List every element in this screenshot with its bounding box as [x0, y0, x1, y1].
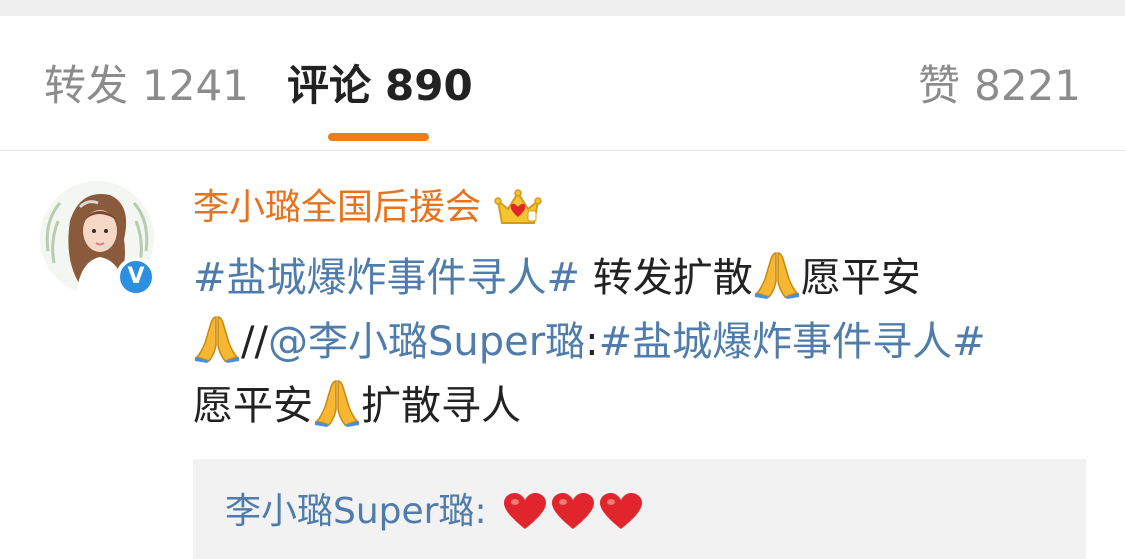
tab-comments-count: 890	[385, 61, 473, 110]
heart-icon	[552, 493, 595, 531]
verified-icon: V	[116, 257, 156, 297]
comment-text-segment: //	[241, 319, 268, 365]
comment-text-segment: 愿平安	[193, 383, 313, 429]
topic-link[interactable]: #盐城爆炸事件寻人#	[599, 319, 986, 365]
comment-text-segment: 愿平安	[800, 255, 921, 301]
username-row: 李小璐全国后援会	[193, 183, 542, 233]
tab-repost-count: 1241	[142, 61, 249, 110]
tab-repost[interactable]: 转发 1241	[44, 60, 249, 112]
comment-text-segment: 扩散寻人	[361, 383, 521, 429]
comment-line-1: #盐城爆炸事件寻人# 转发扩散 愿平安	[193, 246, 1073, 310]
comment-text: #盐城爆炸事件寻人# 转发扩散 愿平安 //@李小璐Super璐:#盐城爆炸事件寻…	[193, 246, 1073, 438]
heart-icon	[600, 493, 643, 531]
mention-link[interactable]: @李小璐Super璐	[268, 319, 585, 365]
tab-bar: 转发 1241 评论 890 赞 8221	[0, 16, 1125, 151]
tab-comments-label: 评论	[287, 61, 372, 110]
reply-author[interactable]: 李小璐Super璐	[225, 491, 474, 532]
comment-text-segment: 转发扩散	[580, 255, 753, 301]
reply-box[interactable]: 李小璐Super璐:	[193, 459, 1086, 559]
tab-likes-label: 赞	[918, 61, 961, 110]
praying-hands-icon	[195, 313, 239, 363]
comment-line-2: //@李小璐Super璐:#盐城爆炸事件寻人#	[193, 310, 1073, 374]
praying-hands-icon	[315, 377, 359, 427]
praying-hands-icon	[754, 249, 799, 299]
comment-text-segment: :	[585, 319, 599, 365]
comment-item: V 李小璐全国后援会 #盐城爆炸事件寻人# 转发扩散 愿平安 //@李小璐Supe…	[0, 151, 1125, 559]
comment-line-3: 愿平安 扩散寻人	[193, 374, 1073, 438]
tab-comments[interactable]: 评论 890	[287, 60, 473, 112]
tab-likes-count: 8221	[974, 61, 1081, 110]
crown-icon[interactable]	[494, 187, 542, 229]
topic-link[interactable]: #盐城爆炸事件寻人#	[193, 255, 580, 301]
tab-likes[interactable]: 赞 8221	[918, 60, 1081, 112]
tab-repost-label: 转发	[44, 61, 129, 110]
reply-text: 李小璐Super璐:	[225, 489, 643, 535]
reply-separator: :	[474, 491, 499, 532]
avatar[interactable]: V	[40, 181, 156, 297]
comment-username[interactable]: 李小璐全国后援会	[193, 187, 481, 228]
active-tab-indicator	[328, 133, 429, 141]
top-strip	[0, 0, 1125, 16]
heart-icon	[504, 493, 547, 531]
